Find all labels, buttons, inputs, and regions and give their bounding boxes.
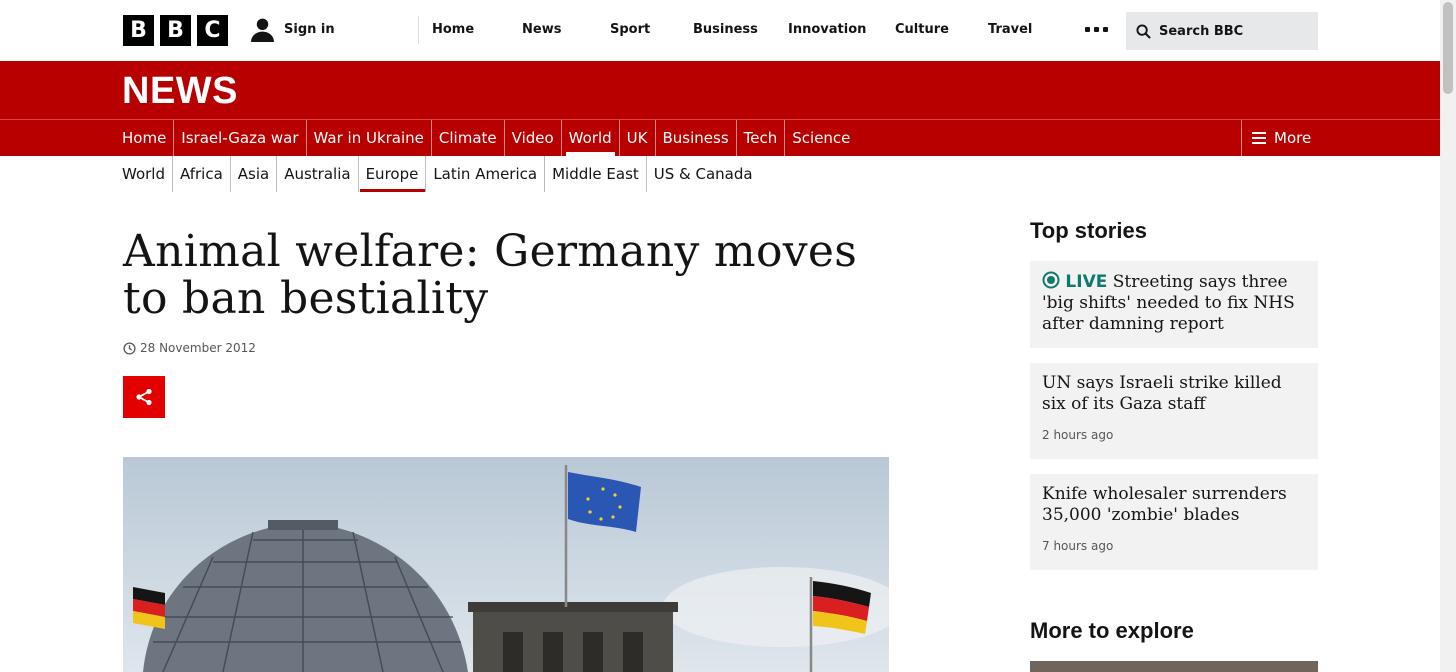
- global-header: B B C Sign in Home News Sport Business I…: [0, 0, 1440, 61]
- explore-thumbnail[interactable]: [1030, 661, 1318, 672]
- global-nav-news[interactable]: News: [522, 22, 561, 37]
- sub-nav-europe[interactable]: Europe: [357, 156, 426, 192]
- section-nav-science[interactable]: Science: [784, 120, 857, 156]
- sub-nav-asia[interactable]: Asia: [229, 156, 276, 192]
- more-to-explore-heading: More to explore: [1030, 618, 1194, 643]
- bbc-logo[interactable]: B B C: [123, 15, 228, 46]
- sub-nav-world[interactable]: World: [122, 156, 172, 192]
- search-icon: [1136, 23, 1151, 39]
- live-badge: LIVE: [1065, 272, 1108, 292]
- article-image: [123, 457, 889, 672]
- global-nav-travel[interactable]: Travel: [988, 22, 1032, 37]
- section-nav-business[interactable]: Business: [654, 120, 736, 156]
- article-date: 28 November 2012: [123, 341, 256, 355]
- section-nav-video[interactable]: Video: [503, 120, 561, 156]
- user-icon: [251, 18, 274, 42]
- section-nav-uk[interactable]: UK: [618, 120, 655, 156]
- sign-in-label: Sign in: [284, 22, 335, 37]
- sign-in-link[interactable]: Sign in: [250, 17, 335, 42]
- header-divider: [418, 16, 419, 44]
- sub-nav-africa[interactable]: Africa: [172, 156, 230, 192]
- search-box[interactable]: Search BBC: [1126, 12, 1318, 50]
- section-nav-ukraine[interactable]: War in Ukraine: [305, 120, 431, 156]
- clock-icon: [123, 341, 136, 355]
- news-banner: NEWS: [0, 61, 1440, 119]
- global-nav-culture[interactable]: Culture: [895, 22, 949, 37]
- page-scrollbar[interactable]: [1440, 0, 1456, 672]
- story-title: Knife wholesaler surrenders 35,000 'zomb…: [1042, 484, 1287, 525]
- story-card[interactable]: Knife wholesaler surrenders 35,000 'zomb…: [1030, 474, 1318, 570]
- story-card[interactable]: LIVE Streeting says three 'big shifts' n…: [1030, 261, 1318, 348]
- more-label: More: [1274, 129, 1312, 147]
- section-nav-israel-gaza[interactable]: Israel-Gaza war: [173, 120, 305, 156]
- reichstag-photo: [123, 457, 889, 672]
- logo-letter: C: [197, 15, 228, 46]
- story-title: LIVE Streeting says three 'big shifts' n…: [1042, 271, 1306, 335]
- news-title[interactable]: NEWS: [122, 70, 238, 113]
- story-time: 7 hours ago: [1042, 539, 1114, 553]
- global-nav-business[interactable]: Business: [693, 22, 758, 37]
- more-menu-icon[interactable]: [1085, 27, 1108, 32]
- scrollbar-thumb[interactable]: [1443, 2, 1453, 94]
- sub-nav: World Africa Asia Australia Europe Latin…: [122, 156, 760, 192]
- section-nav-climate[interactable]: Climate: [430, 120, 504, 156]
- logo-letter: B: [160, 15, 191, 46]
- global-nav-home[interactable]: Home: [432, 22, 474, 37]
- share-icon: [136, 388, 152, 406]
- section-nav-home[interactable]: Home: [122, 120, 173, 156]
- story-time: 2 hours ago: [1042, 428, 1114, 442]
- search-placeholder: Search BBC: [1159, 23, 1244, 39]
- article-headline: Animal welfare: Germany moves to ban bes…: [123, 226, 858, 324]
- story-card[interactable]: UN says Israeli strike killed six of its…: [1030, 363, 1318, 459]
- story-title: UN says Israeli strike killed six of its…: [1042, 373, 1282, 414]
- section-nav: Home Israel-Gaza war War in Ukraine Clim…: [0, 119, 1440, 156]
- top-stories-heading: Top stories: [1030, 218, 1147, 243]
- share-button[interactable]: [123, 376, 165, 418]
- article-date-text: 28 November 2012: [140, 341, 256, 355]
- sub-nav-us-canada[interactable]: US & Canada: [645, 156, 760, 192]
- sub-nav-latin-america[interactable]: Latin America: [425, 156, 544, 192]
- more-button[interactable]: More: [1241, 120, 1311, 156]
- global-nav-sport[interactable]: Sport: [610, 22, 650, 37]
- section-nav-world[interactable]: World: [560, 120, 619, 156]
- sub-nav-australia[interactable]: Australia: [276, 156, 357, 192]
- hamburger-icon: [1252, 132, 1266, 144]
- live-icon: [1042, 271, 1060, 289]
- section-nav-tech[interactable]: Tech: [735, 120, 785, 156]
- sub-nav-middle-east[interactable]: Middle East: [544, 156, 646, 192]
- global-nav-innovation[interactable]: Innovation: [788, 22, 866, 37]
- logo-letter: B: [123, 15, 154, 46]
